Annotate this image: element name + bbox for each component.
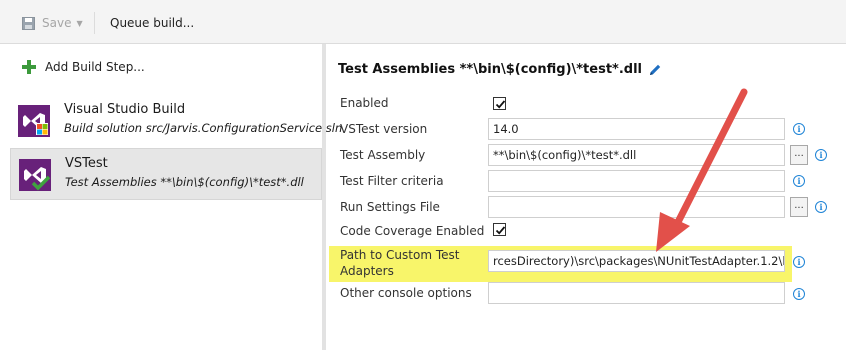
info-icon[interactable]: i	[793, 175, 805, 187]
info-icon[interactable]: i	[815, 201, 827, 213]
task-vstest[interactable]: VSTest Test Assemblies **\bin\$(config)\…	[10, 148, 322, 200]
task-name: VSTest	[65, 156, 108, 171]
info-icon[interactable]: i	[793, 123, 805, 135]
task-title: Test Assemblies **\bin\$(config)\*test*.…	[338, 62, 662, 77]
test-filter-label: Test Filter criteria	[340, 174, 444, 188]
task-visual-studio-build[interactable]: Visual Studio Build Build solution src/J…	[10, 95, 342, 147]
save-icon	[22, 16, 35, 30]
info-icon[interactable]: i	[793, 288, 805, 300]
info-icon[interactable]: i	[793, 256, 805, 268]
other-console-field[interactable]	[488, 282, 785, 304]
browse-button[interactable]: ...	[790, 197, 808, 217]
enabled-label: Enabled	[340, 96, 389, 110]
toolbar-separator	[94, 12, 95, 34]
custom-adapters-label: Path to Custom Test Adapters	[340, 247, 459, 279]
build-steps-panel: Add Build Step... Visual Studio Build Bu…	[0, 44, 342, 350]
run-settings-field[interactable]	[488, 196, 785, 218]
vstest-version-label: VSTest version	[340, 122, 428, 136]
task-title-text: Test Assemblies **\bin\$(config)\*test*.…	[338, 62, 642, 77]
visual-studio-icon	[18, 105, 50, 137]
test-assembly-label: Test Assembly	[340, 148, 426, 162]
task-name: Visual Studio Build	[64, 102, 186, 117]
chevron-down-icon[interactable]: ▼	[76, 19, 82, 28]
vstest-version-field[interactable]: 14.0	[488, 118, 785, 140]
other-console-label: Other console options	[340, 286, 472, 300]
add-build-step-label: Add Build Step...	[45, 60, 145, 74]
toolbar: Save ▼ Queue build...	[0, 0, 846, 44]
enabled-checkbox[interactable]	[493, 97, 506, 110]
save-label: Save	[42, 16, 72, 30]
save-button[interactable]: Save ▼	[22, 14, 83, 32]
run-settings-label: Run Settings File	[340, 200, 440, 214]
code-coverage-checkbox[interactable]	[493, 223, 506, 236]
custom-adapters-label-line1: Path to Custom Test	[340, 248, 460, 262]
test-filter-field[interactable]	[488, 170, 785, 192]
custom-adapters-field[interactable]: rcesDirectory)\src\packages\NUnitTestAda…	[488, 250, 785, 272]
plus-icon	[22, 60, 36, 74]
queue-build-button[interactable]: Queue build...	[110, 14, 194, 32]
pencil-icon[interactable]	[648, 63, 662, 77]
add-build-step-button[interactable]: Add Build Step...	[22, 60, 145, 74]
custom-adapters-label-line2: Adapters	[340, 264, 394, 278]
browse-button[interactable]: ...	[790, 145, 808, 165]
task-description: Test Assemblies **\bin\$(config)\*test*.…	[65, 175, 304, 189]
task-description: Build solution src/Jarvis.ConfigurationS…	[64, 121, 343, 135]
visual-studio-test-icon	[19, 159, 51, 191]
info-icon[interactable]: i	[815, 149, 827, 161]
test-assembly-field[interactable]: **\bin\$(config)\*test*.dll	[488, 144, 785, 166]
code-coverage-label: Code Coverage Enabled	[340, 224, 485, 238]
